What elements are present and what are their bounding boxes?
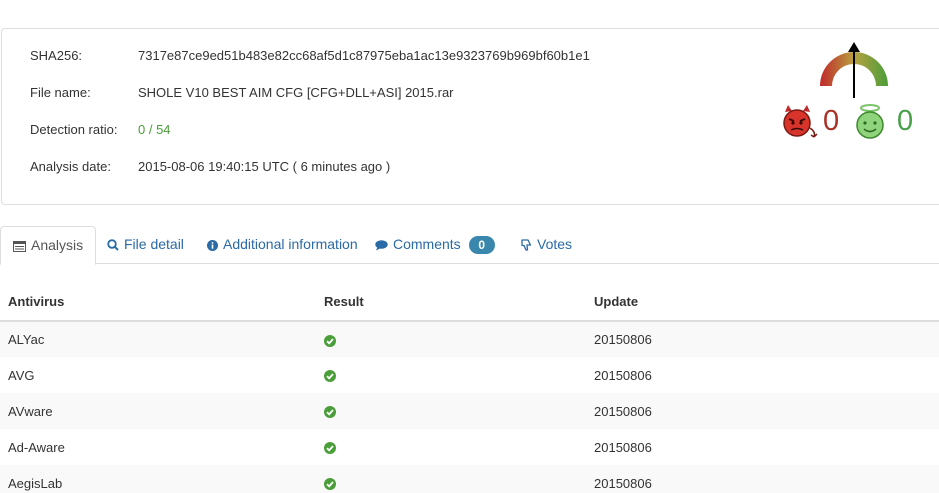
devil-icon bbox=[783, 105, 818, 138]
antivirus-name: Ad-Aware bbox=[8, 439, 65, 455]
table-row: Ad-Aware 20150806 bbox=[0, 429, 939, 465]
analysis-date-value: 2015-08-06 19:40:15 UTC ( 6 minutes ago … bbox=[138, 159, 391, 174]
antivirus-name: AegisLab bbox=[0, 465, 324, 493]
column-header-result[interactable]: Result bbox=[324, 283, 594, 322]
tab-additional-information-label: Additional information bbox=[223, 236, 358, 252]
harmless-vote-count: 0 bbox=[897, 105, 914, 137]
update-date: 20150806 bbox=[594, 367, 652, 383]
search-icon bbox=[107, 239, 119, 252]
filename-value: SHOLE V10 BEST AIM CFG [CFG+DLL+ASI] 201… bbox=[138, 85, 454, 100]
tab-additional-information[interactable]: Additional information bbox=[207, 226, 358, 264]
sha256-label: SHA256: bbox=[30, 48, 83, 63]
result-cell bbox=[324, 357, 594, 393]
reputation-gauge bbox=[820, 42, 888, 98]
check-circle-icon bbox=[324, 406, 336, 419]
update-date: 20150806 bbox=[594, 465, 939, 493]
antivirus-name: ALYac bbox=[0, 321, 324, 357]
result-cell bbox=[324, 429, 594, 465]
update-date: 20150806 bbox=[594, 321, 939, 357]
malicious-vote-count: 0 bbox=[823, 105, 840, 137]
thumbs-down-icon bbox=[521, 239, 532, 251]
tab-comments-label: Comments bbox=[393, 236, 461, 252]
list-icon bbox=[13, 240, 26, 252]
table-row: AVG 20150806 bbox=[0, 357, 939, 393]
update-date: 20150806 bbox=[594, 439, 652, 455]
result-cell bbox=[324, 465, 594, 493]
angel-icon bbox=[856, 104, 884, 139]
detection-ratio-value: 0 / 54 bbox=[138, 122, 171, 137]
tab-analysis-label: Analysis bbox=[31, 237, 84, 253]
column-header-antivirus[interactable]: Antivirus bbox=[0, 283, 324, 322]
check-circle-icon bbox=[324, 370, 336, 383]
detection-ratio-label: Detection ratio: bbox=[30, 122, 118, 137]
table-row: AVware 20150806 bbox=[0, 393, 939, 429]
tab-votes[interactable]: Votes bbox=[521, 226, 572, 264]
check-circle-icon bbox=[324, 334, 336, 347]
table-row: AegisLab 20150806 bbox=[0, 465, 939, 493]
antivirus-name: AVG bbox=[8, 367, 35, 383]
tab-comments[interactable]: Comments 0 bbox=[375, 226, 495, 264]
result-cell bbox=[324, 321, 594, 357]
result-cell bbox=[324, 393, 594, 429]
analysis-date-label: Analysis date: bbox=[30, 159, 111, 174]
column-header-update[interactable]: Update bbox=[594, 283, 939, 322]
antivirus-name: AVware bbox=[0, 393, 324, 429]
update-date: 20150806 bbox=[594, 393, 939, 429]
tab-analysis[interactable]: Analysis bbox=[0, 226, 97, 265]
tab-file-detail-label: File detail bbox=[124, 236, 184, 252]
table-header-row: Antivirus Result Update bbox=[0, 283, 939, 322]
comments-count-badge: 0 bbox=[468, 236, 495, 255]
tab-votes-label: Votes bbox=[537, 236, 573, 252]
check-circle-icon bbox=[324, 442, 336, 455]
comment-icon bbox=[375, 239, 388, 251]
sha256-value: 7317e87ce9ed51b483e82cc68af5d1c87975eba1… bbox=[138, 48, 590, 63]
table-row: ALYac 20150806 bbox=[0, 321, 939, 357]
tab-file-detail[interactable]: File detail bbox=[107, 226, 184, 264]
report-tabs: Analysis File detail Additional informat… bbox=[0, 226, 939, 265]
check-circle-icon bbox=[324, 478, 336, 491]
antivirus-results-table: Antivirus Result Update ALYac 20150806 A… bbox=[0, 283, 939, 493]
info-icon bbox=[207, 239, 218, 251]
filename-label: File name: bbox=[30, 85, 91, 100]
